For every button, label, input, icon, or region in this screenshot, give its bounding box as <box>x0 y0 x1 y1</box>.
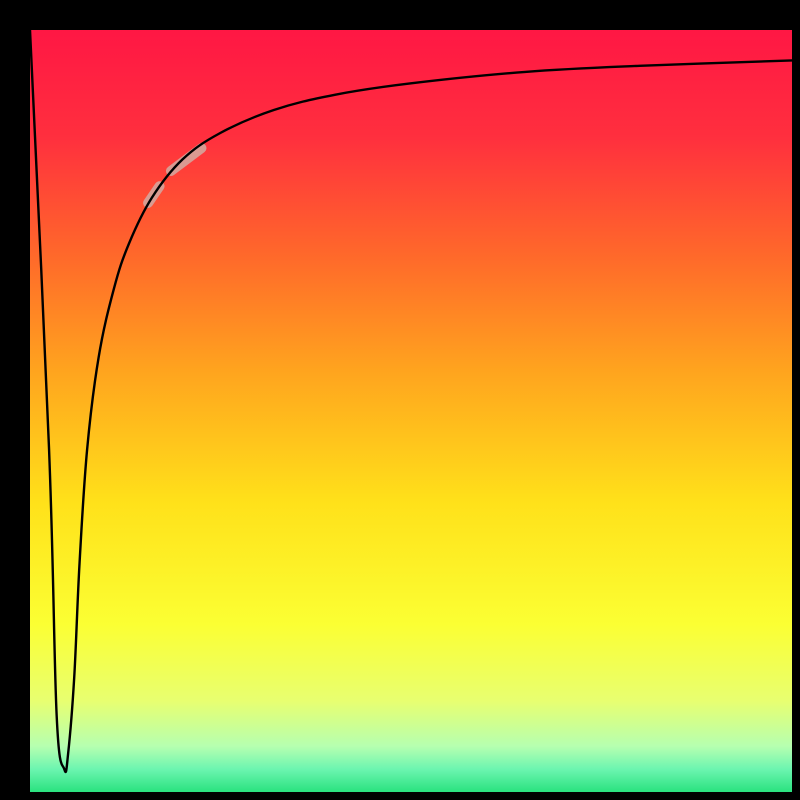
chart-stage: TheBottleneck.com <box>0 0 800 800</box>
frame-bottom <box>0 792 800 800</box>
frame-top <box>0 0 800 30</box>
frame-right <box>792 0 800 800</box>
frame-left <box>0 0 30 800</box>
chart-canvas <box>0 0 800 800</box>
plot-background <box>30 30 792 792</box>
